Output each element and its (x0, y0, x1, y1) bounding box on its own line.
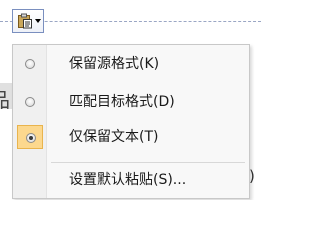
document-glyph: 品 (0, 84, 10, 109)
menu-item-label: 保留源格式(K) (69, 56, 160, 72)
menu-item-keep-source-formatting[interactable]: 保留源格式(K) (15, 49, 247, 79)
radio-checked-icon (26, 133, 36, 143)
paste-options-button[interactable] (12, 9, 44, 33)
radio-unchecked-icon (25, 97, 35, 107)
chevron-down-icon[interactable] (35, 19, 41, 23)
radio-slot (17, 52, 43, 76)
radio-slot (17, 90, 43, 114)
menu-item-match-destination-formatting[interactable]: 匹配目标格式(D) (15, 87, 247, 117)
menu-item-label: 仅保留文本(T) (69, 129, 159, 145)
word-document-area: 品 ) 保留源格式(K) 匹配目标格式(D) (0, 0, 261, 200)
menu-item-keep-text-only[interactable]: 仅保留文本(T) (15, 122, 247, 152)
menu-item-label: 匹配目标格式(D) (69, 94, 175, 110)
menu-item-set-default-paste[interactable]: 设置默认粘贴(S)... (15, 165, 247, 195)
radio-dot (29, 136, 33, 140)
radio-slot-selected (17, 125, 43, 149)
radio-unchecked-icon (25, 59, 35, 69)
clipboard-icon (18, 13, 32, 29)
paste-options-menu: 保留源格式(K) 匹配目标格式(D) 仅保留文本(T) 设置默认粘贴(S)... (12, 44, 250, 199)
menu-separator (51, 162, 245, 163)
menu-item-label: 设置默认粘贴(S)... (69, 172, 187, 188)
document-text-fragment: 品 (0, 83, 12, 109)
